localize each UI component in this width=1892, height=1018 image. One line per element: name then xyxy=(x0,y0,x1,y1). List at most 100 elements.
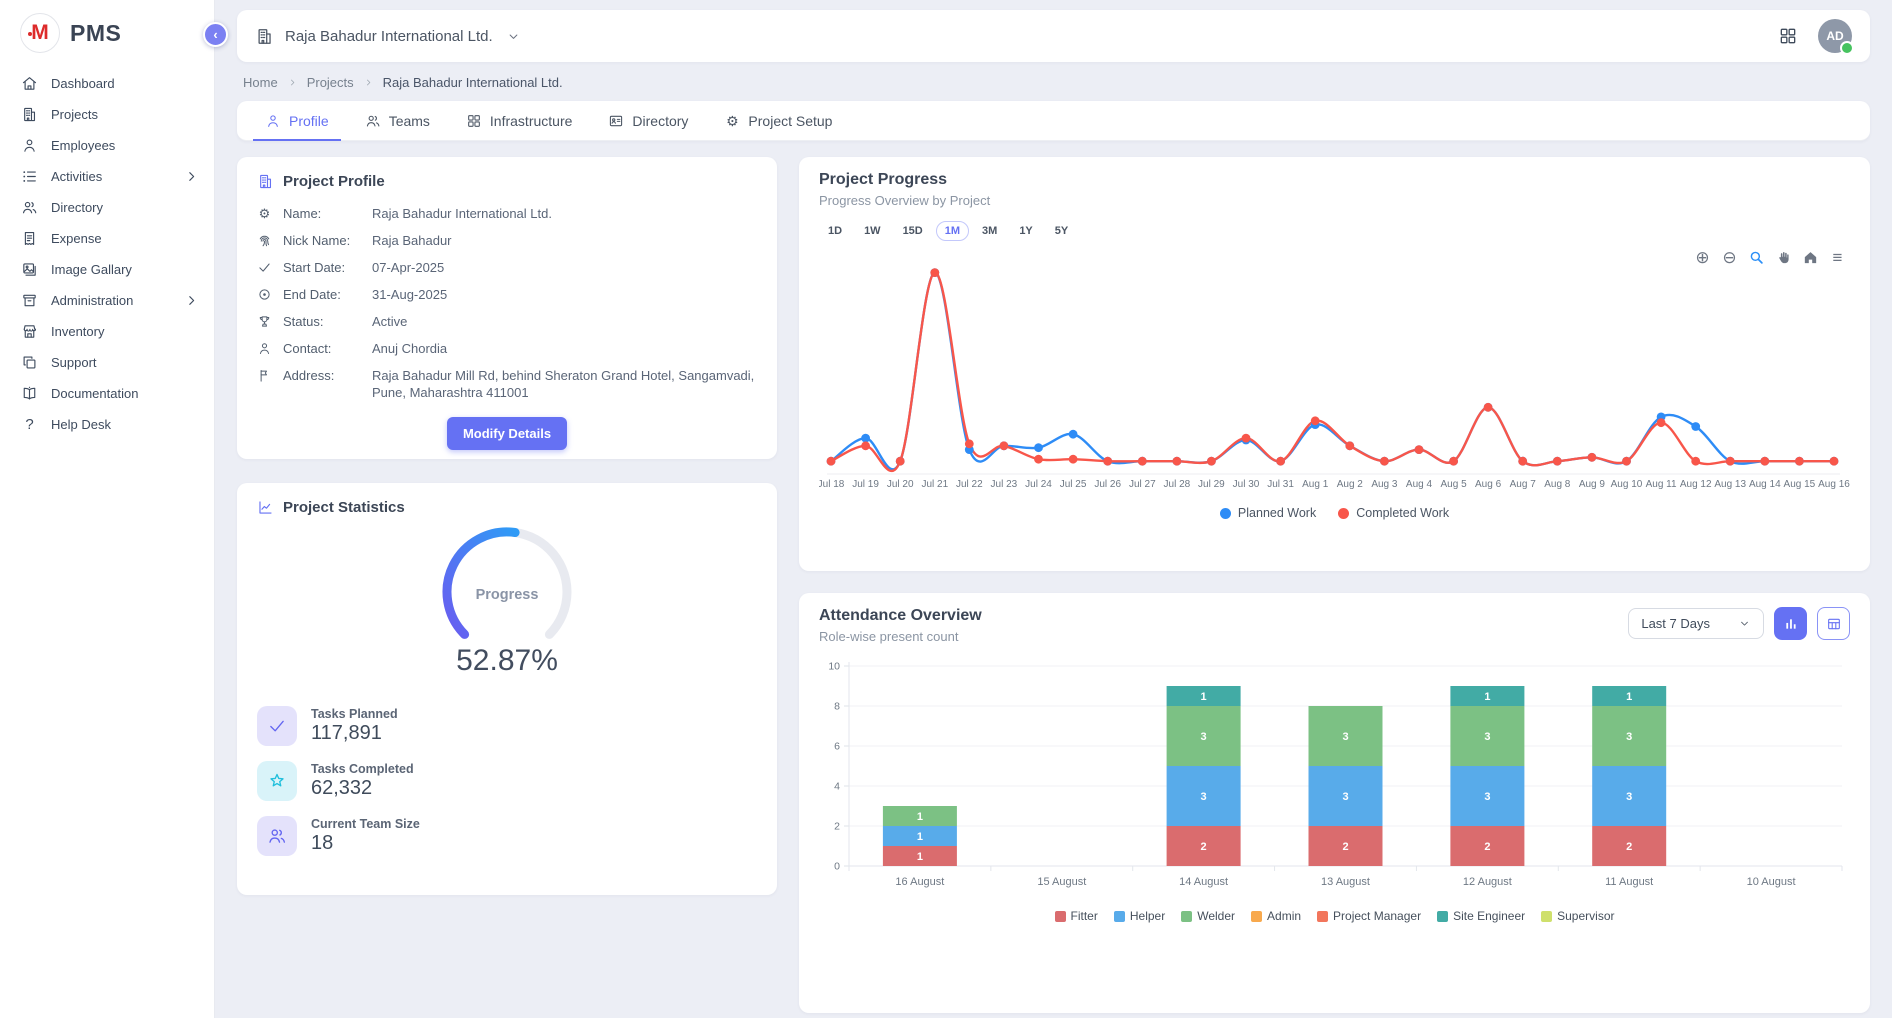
card-subtitle: Progress Overview by Project xyxy=(819,193,1850,208)
sidebar-item-employees[interactable]: Employees xyxy=(0,130,214,161)
sidebar-item-label: Administration xyxy=(51,293,133,308)
legend-item-planned-work[interactable]: Planned Work xyxy=(1220,506,1316,520)
user-icon xyxy=(265,113,281,129)
svg-text:Jul 31: Jul 31 xyxy=(1267,479,1294,490)
company-selector[interactable]: Raja Bahadur International Ltd. xyxy=(255,27,521,46)
tab-label: Directory xyxy=(632,113,688,129)
legend-item-site-engineer[interactable]: Site Engineer xyxy=(1437,909,1525,923)
sidebar-item-image-gallary[interactable]: Image Gallary xyxy=(0,254,214,285)
app-logo[interactable]: M PMS xyxy=(0,0,214,68)
sidebar-collapse-button[interactable]: ‹ xyxy=(203,22,228,47)
svg-text:3: 3 xyxy=(1342,731,1348,743)
chevron-right-icon xyxy=(363,77,374,88)
range-button-15d[interactable]: 15D xyxy=(894,221,932,241)
avatar[interactable]: AD xyxy=(1818,19,1852,53)
stat-label: Current Team Size xyxy=(311,817,420,831)
users-icon xyxy=(21,199,38,216)
svg-text:Aug 15: Aug 15 xyxy=(1784,479,1816,490)
stat-row-tasks-completed: Tasks Completed62,332 xyxy=(257,761,757,801)
svg-text:Aug 14: Aug 14 xyxy=(1749,479,1781,490)
tab-project-setup[interactable]: ⚙Project Setup xyxy=(706,101,850,140)
legend-label: Helper xyxy=(1130,909,1165,923)
profile-row-nick-name: Nick Name:Raja Bahadur xyxy=(257,232,757,249)
card-title: Attendance Overview xyxy=(819,607,982,625)
user-icon xyxy=(257,341,272,356)
tab-label: Infrastructure xyxy=(490,113,572,129)
range-button-1d[interactable]: 1D xyxy=(819,221,851,241)
profile-row-status: Status:Active xyxy=(257,313,757,330)
tab-profile[interactable]: Profile xyxy=(247,101,347,140)
sidebar-item-label: Help Desk xyxy=(51,417,111,432)
svg-text:3: 3 xyxy=(1484,791,1490,803)
tab-bar: ProfileTeams Infrastructure Directory ⚙Proj… xyxy=(237,101,1870,141)
sidebar-item-activities[interactable]: Activities xyxy=(0,161,214,192)
modify-details-button[interactable]: Modify Details xyxy=(447,417,567,450)
legend-item-fitter[interactable]: Fitter xyxy=(1055,909,1098,923)
profile-row-start-date: Start Date:07-Apr-2025 xyxy=(257,259,757,276)
grid4-icon xyxy=(466,113,482,129)
legend-item-helper[interactable]: Helper xyxy=(1114,909,1165,923)
sidebar-item-administration[interactable]: Administration xyxy=(0,285,214,316)
selection-zoom-icon[interactable] xyxy=(1748,249,1765,266)
zoom-out-icon[interactable]: ⊖ xyxy=(1721,249,1738,266)
svg-text:14 August: 14 August xyxy=(1179,876,1228,888)
breadcrumb-item-projects[interactable]: Projects xyxy=(307,75,354,90)
breadcrumb-item-home[interactable]: Home xyxy=(243,75,278,90)
attendance-range-select[interactable]: Last 7 Days xyxy=(1628,608,1764,639)
svg-text:2: 2 xyxy=(834,821,840,833)
attendance-stacked-bar-chart[interactable]: 024681011116 August15 August233114 Augus… xyxy=(819,656,1850,896)
range-button-3m[interactable]: 3M xyxy=(973,221,1006,241)
tab-infrastructure[interactable]: Infrastructure xyxy=(448,101,590,140)
range-button-1m[interactable]: 1M xyxy=(936,221,969,241)
sidebar-item-label: Inventory xyxy=(51,324,104,339)
gear-icon: ⚙ xyxy=(724,113,740,129)
legend-item-admin[interactable]: Admin xyxy=(1251,909,1301,923)
home-fill-icon[interactable] xyxy=(1802,249,1819,266)
sidebar-item-projects[interactable]: Projects xyxy=(0,99,214,130)
sidebar-item-directory[interactable]: Directory xyxy=(0,192,214,223)
sidebar-item-documentation[interactable]: Documentation xyxy=(0,378,214,409)
legend-item-project-manager[interactable]: Project Manager xyxy=(1317,909,1421,923)
legend-item-completed-work[interactable]: Completed Work xyxy=(1338,506,1449,520)
sidebar-item-label: Projects xyxy=(51,107,98,122)
sidebar-item-support[interactable]: Support xyxy=(0,347,214,378)
legend-label: Admin xyxy=(1267,909,1301,923)
svg-text:Jul 18: Jul 18 xyxy=(819,479,845,490)
legend-item-supervisor[interactable]: Supervisor xyxy=(1541,909,1614,923)
sidebar-item-inventory[interactable]: Inventory xyxy=(0,316,214,347)
sidebar-nav: Dashboard Projects EmployeesActivitiesDire… xyxy=(0,68,214,440)
chart-view-button[interactable] xyxy=(1774,607,1807,640)
table-icon xyxy=(1826,616,1842,632)
apps-grid-icon[interactable] xyxy=(1778,26,1798,46)
menu-icon[interactable]: ≡ xyxy=(1829,249,1846,266)
chevron-down-icon xyxy=(506,29,521,44)
chart-toolbar: ⊕ ⊖ ≡ xyxy=(1694,249,1846,266)
pan-icon[interactable] xyxy=(1775,249,1792,266)
svg-text:Aug 4: Aug 4 xyxy=(1406,479,1433,490)
range-button-1w[interactable]: 1W xyxy=(855,221,890,241)
zoom-in-icon[interactable]: ⊕ xyxy=(1694,249,1711,266)
line-chart-legend: Planned Work Completed Work xyxy=(819,506,1850,520)
svg-text:Aug 8: Aug 8 xyxy=(1544,479,1571,490)
legend-item-welder[interactable]: Welder xyxy=(1181,909,1235,923)
topbar-actions: AD xyxy=(1778,19,1852,53)
profile-field-value: 31-Aug-2025 xyxy=(372,286,447,303)
table-view-button[interactable] xyxy=(1817,607,1850,640)
sidebar-item-dashboard[interactable]: Dashboard xyxy=(0,68,214,99)
range-button-1y[interactable]: 1Y xyxy=(1010,221,1041,241)
sidebar-item-help-desk[interactable]: ?Help Desk xyxy=(0,409,214,440)
sidebar-item-expense[interactable]: Expense xyxy=(0,223,214,254)
legend-label: Welder xyxy=(1197,909,1235,923)
left-column: Project Profile ⚙Name:Raja Bahadur Inter… xyxy=(237,157,777,1013)
tab-teams[interactable]: Teams xyxy=(347,101,448,140)
legend-label: Completed Work xyxy=(1356,506,1449,520)
tab-directory[interactable]: Directory xyxy=(590,101,706,140)
range-button-5y[interactable]: 5Y xyxy=(1046,221,1077,241)
book-icon xyxy=(21,385,38,402)
progress-gauge: Progress 52.87% xyxy=(257,520,757,678)
svg-text:10: 10 xyxy=(828,661,840,673)
home-icon xyxy=(21,75,38,92)
svg-text:Aug 5: Aug 5 xyxy=(1441,479,1468,490)
project-progress-line-chart[interactable]: Jul 18Jul 19Jul 20Jul 21Jul 22Jul 23Jul … xyxy=(819,247,1850,499)
profile-field-label: Status: xyxy=(283,313,361,330)
